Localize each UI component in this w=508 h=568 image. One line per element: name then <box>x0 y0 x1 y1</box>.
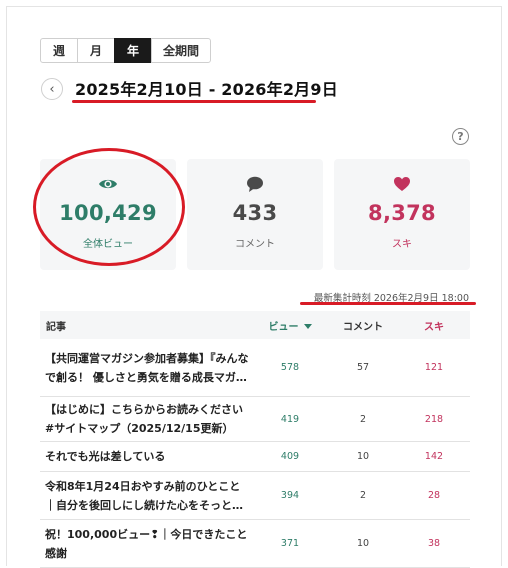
header-comments[interactable]: コメント <box>328 318 398 333</box>
header-views[interactable]: ビュー <box>252 318 328 333</box>
likes-total: 8,378 <box>368 201 436 225</box>
sort-desc-icon <box>303 324 312 329</box>
article-comments: 2 <box>359 490 367 501</box>
article-likes: 218 <box>424 413 444 425</box>
article-title[interactable]: それでも光は差している <box>40 447 252 466</box>
articles-table: 記事 ビュー コメント スキ 【共同運営マガジン参加者募集】『みんな で創る！ 優… <box>40 311 470 568</box>
article-title[interactable]: 祝！100,000ビュー❢｜今日できたこと｜ 感謝 <box>40 525 252 563</box>
header-article: 記事 <box>46 321 66 333</box>
annotation-underline <box>300 302 476 305</box>
article-views: 578 <box>280 362 300 373</box>
period-tabs: 週 月 年 全期間 <box>40 38 211 63</box>
comments-label: コメント <box>235 239 275 250</box>
article-comments: 10 <box>356 538 370 549</box>
article-comments: 57 <box>356 362 370 373</box>
article-likes: 28 <box>427 490 441 501</box>
likes-card: 8,378 スキ <box>334 159 470 270</box>
header-likes[interactable]: スキ <box>398 318 470 333</box>
comments-total: 433 <box>232 201 278 225</box>
table-row[interactable]: 令和8年1月24日おやすみ前のひとこと ｜自分を後回しにし続けた心をそっと… 39… <box>40 472 470 520</box>
tab-week[interactable]: 週 <box>40 38 78 63</box>
table-row[interactable]: 【はじめに】こちらからお読みください #サイトマップ（2025/12/15更新） … <box>40 397 470 442</box>
help-icon[interactable]: ? <box>452 128 469 145</box>
article-title[interactable]: 【共同運営マガジン参加者募集】『みんな で創る！ 優しさと勇気を贈る成長マガ… <box>40 349 252 387</box>
table-row[interactable]: 祝！100,000ビュー❢｜今日できたこと｜ 感謝 371 10 38 <box>40 520 470 568</box>
article-comments: 10 <box>356 451 370 462</box>
comments-card: 433 コメント <box>187 159 323 270</box>
table-row[interactable]: それでも光は差している 409 10 142 <box>40 442 470 472</box>
annotation-underline <box>72 100 316 103</box>
article-title[interactable]: 【はじめに】こちらからお読みください #サイトマップ（2025/12/15更新） <box>40 400 252 438</box>
article-views: 409 <box>280 451 300 462</box>
article-views: 394 <box>280 490 300 501</box>
article-views: 419 <box>280 413 300 425</box>
tab-month[interactable]: 月 <box>77 38 115 63</box>
article-likes: 38 <box>427 538 441 549</box>
chevron-left-icon: ‹ <box>49 81 55 97</box>
likes-label: スキ <box>392 239 412 250</box>
annotation-circle <box>33 148 185 266</box>
article-title[interactable]: 令和8年1月24日おやすみ前のひとこと ｜自分を後回しにし続けた心をそっと… <box>40 477 252 515</box>
article-likes: 142 <box>424 451 444 462</box>
tab-year[interactable]: 年 <box>114 38 152 63</box>
table-header: 記事 ビュー コメント スキ <box>40 311 470 339</box>
article-comments: 2 <box>359 413 367 425</box>
table-row[interactable]: 【共同運営マガジン参加者募集】『みんな で創る！ 優しさと勇気を贈る成長マガ… 5… <box>40 339 470 397</box>
comment-icon <box>246 175 264 193</box>
date-range: 2025年2月10日 - 2026年2月9日 <box>75 80 338 99</box>
article-likes: 121 <box>424 362 444 373</box>
article-views: 371 <box>280 538 300 549</box>
previous-period-button[interactable]: ‹ <box>41 78 63 100</box>
heart-icon <box>393 175 411 193</box>
tab-all-time[interactable]: 全期間 <box>151 38 211 63</box>
